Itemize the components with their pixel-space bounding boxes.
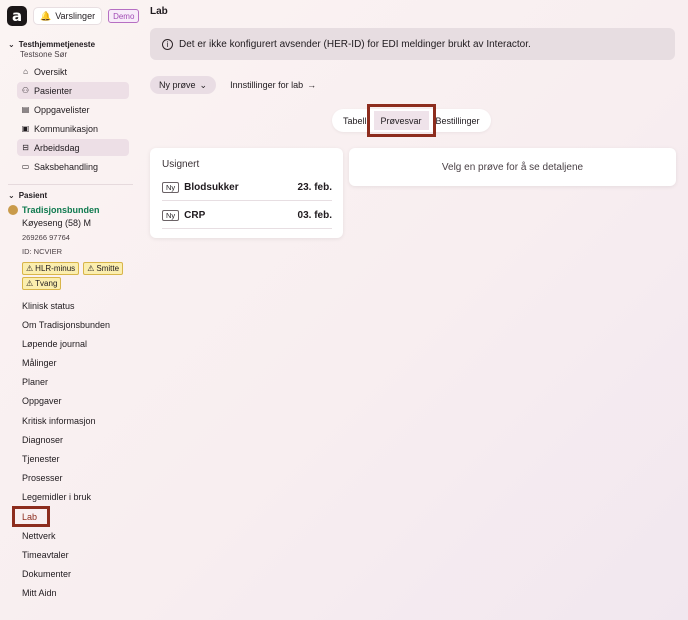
patient-nav: Klinisk status Om Tradisjonsbunden Løpen…: [12, 297, 134, 604]
patient-bed: Køyeseng (58) M: [22, 218, 92, 228]
settings-link-label: Innstillinger for lab: [230, 80, 304, 90]
nav-item-om-pasient[interactable]: Om Tradisjonsbunden: [14, 316, 134, 333]
patient-id: ID: NCVIER: [22, 247, 63, 256]
nav-item-tjenester[interactable]: Tjenester: [14, 451, 134, 468]
info-icon: i: [162, 38, 173, 50]
warning-icon: ⚠: [26, 264, 34, 273]
warning-text: Det er ikke konfigurert avsender (HER-ID…: [179, 38, 531, 50]
chevron-down-icon: ⌄: [8, 40, 15, 49]
tab-provesvar[interactable]: Prøvesvar: [366, 104, 436, 137]
nav-item-arbeidsdag[interactable]: ⊟ Arbeidsdag: [17, 139, 129, 156]
test-date: 03. feb.: [297, 210, 332, 221]
nav-item-oversikt[interactable]: ⌂ Oversikt: [17, 63, 129, 80]
nav-label: Pasienter: [34, 85, 73, 96]
nav-item-saksbehandling[interactable]: ▭ Saksbehandling: [17, 158, 129, 175]
unit-zone: Testsone Sør: [20, 50, 68, 59]
nav-label: Saksbehandling: [34, 161, 99, 172]
nav-item-malinger[interactable]: Målinger: [14, 355, 134, 372]
unit-selector[interactable]: ⌄ Testhjemmetjeneste Testsone Sør: [8, 40, 95, 59]
chevron-down-icon: ⌄: [8, 191, 15, 200]
test-date: 23. feb.: [297, 182, 332, 193]
nav-item-pasienter[interactable]: ⚇ Pasienter: [17, 82, 129, 99]
tab-bestillinger[interactable]: Bestillinger: [429, 111, 487, 130]
nav-item-oppgavelister[interactable]: ▤ Oppgavelister: [17, 101, 129, 118]
view-tabs: Tabell Prøvesvar Bestillinger: [332, 104, 491, 137]
nav-item-klinisk-status[interactable]: Klinisk status: [14, 297, 134, 314]
patient-section-heading[interactable]: ⌄ Pasient: [8, 191, 47, 200]
flag-label: Tvang: [35, 279, 58, 288]
nav-label: Oppgavelister: [34, 104, 90, 115]
nav-item-diagnoser[interactable]: Diagnoser: [14, 431, 134, 448]
test-name: Blodsukker: [184, 182, 239, 193]
nav-item-lopende-journal[interactable]: Løpende journal: [14, 335, 134, 352]
tab-tabell[interactable]: Tabell: [336, 111, 374, 130]
nav-item-legemidler[interactable]: Legemidler i bruk: [14, 489, 134, 506]
people-icon: ⚇: [21, 86, 30, 95]
app-logo[interactable]: a: [7, 6, 27, 26]
nav-item-prosesser[interactable]: Prosesser: [14, 470, 134, 487]
flag-label: Smitte: [96, 264, 120, 273]
nav-item-nettverk[interactable]: Nettverk: [14, 527, 134, 544]
nav-item-kommunikasjon[interactable]: ▣ Kommunikasjon: [17, 120, 129, 137]
notifications-label: Varslinger: [55, 11, 96, 21]
nav-label: Kommunikasjon: [34, 123, 99, 134]
clipboard-icon: ▤: [21, 105, 30, 114]
test-detail-panel: Velg en prøve for å se detaljene: [349, 148, 676, 186]
test-row-crp[interactable]: Ny CRP 03. feb.: [162, 203, 332, 229]
unit-name: Testhjemmetjeneste: [18, 40, 96, 49]
warning-icon: ⚠: [87, 264, 95, 273]
briefcase-icon: ⊟: [22, 143, 29, 152]
new-badge: Ny: [162, 210, 180, 221]
nav-item-oppgaver[interactable]: Oppgaver: [14, 393, 134, 410]
nav-item-lab[interactable]: Lab: [12, 506, 50, 528]
patient-flags: ⚠ HLR-minus ⚠ Smitte ⚠ Tvang: [22, 262, 134, 290]
sidebar: a 🔔 Varslinger Demo ⌄ Testhjemmetjeneste …: [0, 0, 140, 620]
main-content: Lab i Det er ikke konfigurert avsender (…: [150, 0, 688, 620]
folder-icon: ▭: [21, 162, 30, 171]
lab-settings-link[interactable]: Innstillinger for lab →: [230, 80, 316, 90]
lab-actions: Ny prøve ⌄ Innstillinger for lab →: [150, 76, 316, 94]
patient-name[interactable]: Tradisjonsbunden: [22, 205, 100, 215]
flag-label: HLR-minus: [35, 264, 76, 273]
arrow-right-icon: →: [307, 80, 317, 90]
flag-tvang[interactable]: ⚠ Tvang: [22, 277, 62, 290]
page-title: Lab: [150, 6, 168, 17]
test-list-card: Usignert Ny Blodsukker 23. feb. Ny CRP 0…: [150, 148, 343, 238]
list-heading: Usignert: [162, 159, 200, 170]
new-badge: Ny: [162, 182, 180, 193]
bell-icon: 🔔: [40, 10, 52, 21]
flag-hlr-minus[interactable]: ⚠ HLR-minus: [22, 262, 80, 275]
patient-number: 269266 97764: [22, 233, 70, 242]
test-row-blodsukker[interactable]: Ny Blodsukker 23. feb.: [162, 175, 332, 201]
warning-banner: i Det er ikke konfigurert avsender (HER-…: [150, 28, 675, 60]
home-icon: ⌂: [23, 67, 28, 76]
new-test-button[interactable]: Ny prøve ⌄: [150, 76, 217, 94]
flag-smitte[interactable]: ⚠ Smitte: [83, 262, 124, 275]
sidebar-divider: [8, 184, 133, 185]
demo-badge: Demo: [108, 9, 140, 23]
nav-label: Arbeidsdag: [34, 142, 80, 153]
nav-item-timeavtaler[interactable]: Timeavtaler: [14, 546, 134, 563]
patient-section-label: Pasient: [18, 191, 48, 200]
new-test-label: Ny prøve: [159, 80, 196, 90]
avatar: [8, 205, 18, 215]
warning-icon: ⚠: [26, 279, 34, 288]
topbar: a 🔔 Varslinger Demo: [7, 6, 140, 26]
chevron-down-icon: ⌄: [199, 79, 208, 90]
nav-item-mitt-aidn[interactable]: Mitt Aidn: [14, 585, 134, 602]
main-nav: ⌂ Oversikt ⚇ Pasienter ▤ Oppgavelister ▣ Kom…: [17, 63, 129, 177]
patient-card: Tradisjonsbunden Køyeseng (58) M 269266 …: [8, 205, 136, 290]
nav-item-planer[interactable]: Planer: [14, 374, 134, 391]
notifications-button[interactable]: 🔔 Varslinger: [33, 7, 103, 25]
detail-placeholder: Velg en prøve for å se detaljene: [441, 161, 584, 173]
nav-item-dokumenter[interactable]: Dokumenter: [14, 566, 134, 583]
nav-item-kritisk-informasjon[interactable]: Kritisk informasjon: [14, 412, 134, 429]
message-icon: ▣: [21, 124, 30, 133]
test-name: CRP: [184, 210, 206, 221]
nav-label: Oversikt: [34, 66, 68, 77]
